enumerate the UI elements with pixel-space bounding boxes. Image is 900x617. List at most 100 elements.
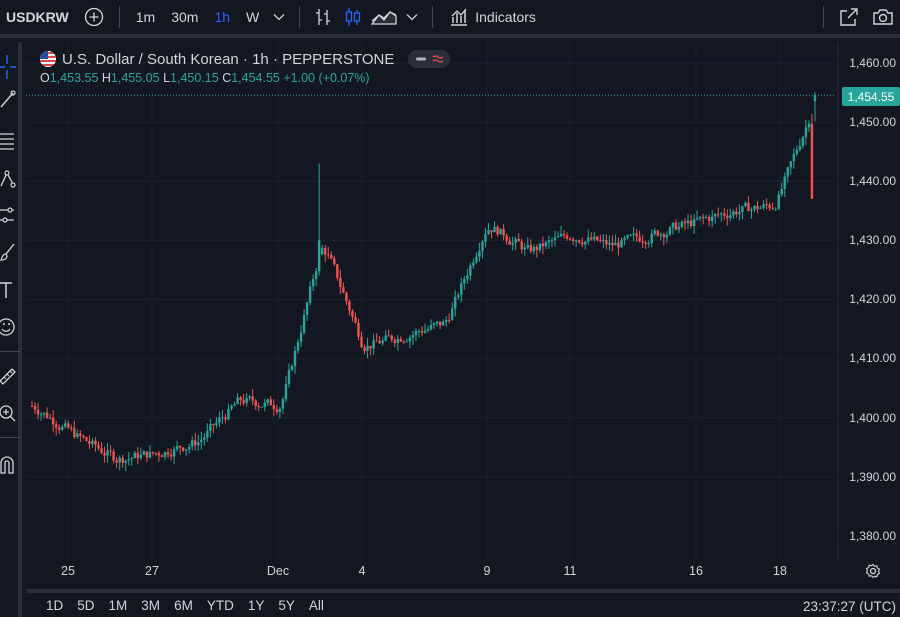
candle-body <box>463 278 466 284</box>
magnet-icon[interactable] <box>0 452 20 478</box>
trendline-icon[interactable] <box>0 86 20 112</box>
price-label: 1,440.00 <box>849 174 896 188</box>
chevron-down-icon[interactable] <box>400 0 424 34</box>
zoom-icon[interactable] <box>0 400 20 426</box>
candle-body <box>30 405 34 407</box>
price-label: 1,420.00 <box>849 292 896 306</box>
chart-pane[interactable] <box>26 42 900 585</box>
candle-body <box>671 222 675 228</box>
fullscreen-icon[interactable] <box>832 0 866 34</box>
candle-body <box>414 331 418 335</box>
legend-symbol-title[interactable]: U.S. Dollar / South Korean · 1h · PEPPER… <box>62 51 394 68</box>
candle-body <box>281 399 285 409</box>
candle-body <box>741 206 744 213</box>
crosshair-icon[interactable] <box>0 54 20 80</box>
range-ytd-button[interactable]: YTD <box>200 598 241 613</box>
camera-icon[interactable] <box>866 0 900 34</box>
last-price-label: 1,454.55 <box>842 87 900 106</box>
candle-body <box>529 244 533 252</box>
text-icon[interactable] <box>0 277 20 303</box>
candle-body <box>157 453 161 456</box>
gear-icon[interactable] <box>863 561 883 581</box>
indicators-button[interactable]: Indicators <box>441 0 544 34</box>
forecast-icon[interactable] <box>0 202 20 228</box>
chevron-down-icon[interactable] <box>267 0 291 34</box>
candle-body <box>789 161 792 168</box>
range-5d-button[interactable]: 5D <box>70 598 101 613</box>
candle-body <box>311 278 315 287</box>
candle-body <box>336 264 339 278</box>
toolbar-divider <box>823 6 824 28</box>
candle-body <box>460 283 463 296</box>
candle-body <box>608 242 611 245</box>
candle-body <box>484 234 487 242</box>
candle-body <box>233 404 236 406</box>
candlestick-chart[interactable] <box>26 42 900 560</box>
utc-clock[interactable]: 23:37:27 (UTC) <box>803 599 896 614</box>
price-label: 1,430.00 <box>849 233 896 247</box>
candle-body <box>166 452 170 455</box>
symbol-search-button[interactable]: USDKRW <box>0 0 77 34</box>
candle-body <box>441 321 445 326</box>
range-all-button[interactable]: All <box>302 598 331 613</box>
candle-body <box>42 412 46 415</box>
candle-body <box>584 241 587 245</box>
candle-body <box>145 451 149 458</box>
toolbar-divider <box>299 6 301 28</box>
candle-body <box>396 339 399 343</box>
timeframe-1m-button[interactable]: 1m <box>128 0 163 34</box>
candle-body <box>623 237 626 240</box>
candle-body <box>330 255 333 259</box>
pattern-icon[interactable] <box>0 166 20 192</box>
timeframe-30m-button[interactable]: 30m <box>163 0 206 34</box>
range-1d-button[interactable]: 1D <box>26 598 70 613</box>
candle-body <box>520 241 523 250</box>
candle-body <box>810 123 814 199</box>
ruler-icon[interactable] <box>0 362 20 388</box>
candle-body <box>599 240 602 242</box>
candle-body <box>795 149 799 155</box>
top-toolbar: USDKRW 1m 30m 1h W Indicators <box>0 0 900 38</box>
candle-body <box>33 406 37 410</box>
legend-toggle-button[interactable] <box>408 50 451 68</box>
candle-body <box>260 406 263 408</box>
candle-body <box>526 244 529 248</box>
candle-body <box>314 271 318 279</box>
candle-body <box>169 454 173 457</box>
range-1y-button[interactable]: 1Y <box>241 598 272 613</box>
timeframe-w-button[interactable]: W <box>238 0 267 34</box>
candle-body <box>544 242 548 247</box>
candle-body <box>756 205 759 209</box>
indicators-label: Indicators <box>475 9 536 25</box>
candle-body <box>547 240 551 243</box>
candle-body <box>372 340 375 349</box>
range-1m-button[interactable]: 1M <box>102 598 135 613</box>
candle-body <box>342 287 345 293</box>
bar-type-icon[interactable] <box>308 0 338 34</box>
range-3m-button[interactable]: 3M <box>134 598 167 613</box>
candle-body <box>680 221 684 227</box>
range-5y-button[interactable]: 5Y <box>271 598 302 613</box>
fib-icon[interactable] <box>0 128 20 154</box>
candle-body <box>360 336 363 348</box>
candle-body <box>423 330 427 333</box>
candles-icon[interactable] <box>338 0 368 34</box>
candle-body <box>444 319 448 322</box>
timeframe-1h-button[interactable]: 1h <box>206 0 238 34</box>
add-symbol-icon[interactable] <box>77 0 111 34</box>
candle-body <box>677 226 681 230</box>
candle-body <box>172 449 176 457</box>
indicators-icon <box>451 8 468 26</box>
area-icon[interactable] <box>368 0 400 34</box>
candle-body <box>420 331 424 333</box>
candle-body <box>717 214 720 216</box>
candle-body <box>333 258 336 265</box>
range-6m-button[interactable]: 6M <box>167 598 200 613</box>
emoji-icon[interactable] <box>0 314 20 340</box>
candle-body <box>266 399 269 403</box>
brush-icon[interactable] <box>0 239 20 265</box>
candle-body <box>435 321 439 324</box>
time-axis[interactable]: 25 27 Dec 4 9 11 16 18 <box>26 560 900 585</box>
candle-body <box>502 228 505 236</box>
candle-body <box>665 234 669 238</box>
